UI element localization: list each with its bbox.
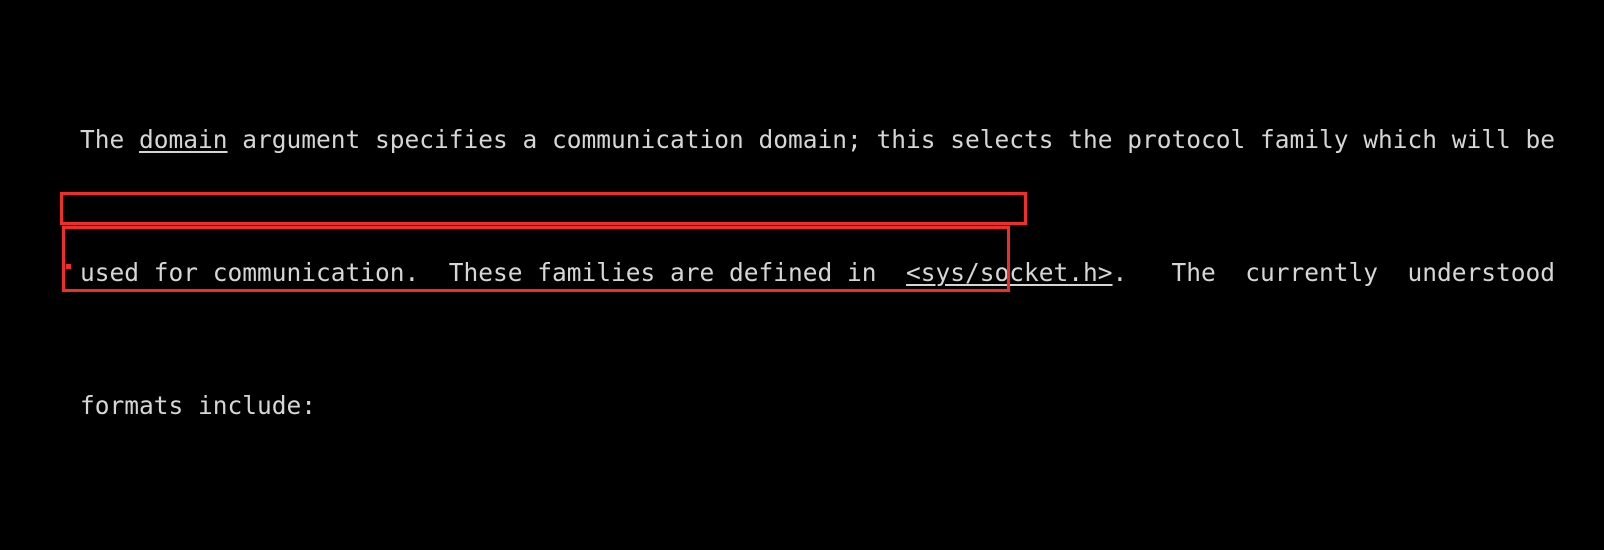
- terminal-screen: The domain argument specifies a communic…: [0, 0, 1604, 550]
- paragraph-line2-post: . The currently understood: [1112, 258, 1556, 288]
- paragraph-line2-pre: used for communication. These families a…: [80, 258, 907, 288]
- sys-socket-header-link: <sys/socket.h>: [906, 258, 1113, 288]
- paragraph-line-2: used for communication. These families a…: [80, 256, 1555, 289]
- man-page-content: The domain argument specifies a communic…: [80, 23, 1555, 550]
- paragraph-line-1: The domain argument specifies a communic…: [80, 123, 1555, 156]
- paragraph-line-3: formats include:: [80, 391, 317, 421]
- annotation-dot: [66, 264, 71, 269]
- paragraph-line1-post: argument specifies a communication domai…: [227, 124, 1556, 154]
- paragraph-line1-pre: The: [80, 124, 140, 154]
- domain-keyword: domain: [139, 124, 228, 154]
